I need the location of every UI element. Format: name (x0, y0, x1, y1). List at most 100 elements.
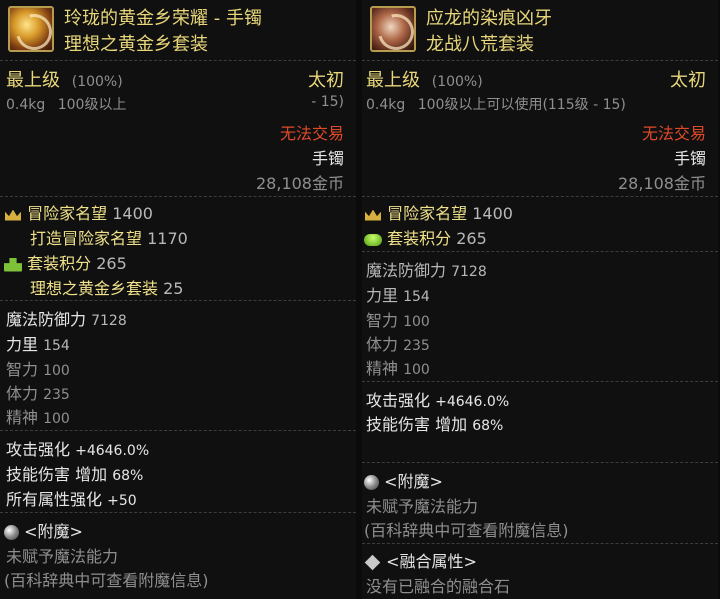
set-points-row: 套装积分 265 (364, 225, 487, 249)
stat-value: 100 (43, 411, 70, 427)
enchant-status: 未赋予魔法能力 (366, 497, 479, 516)
fame-row: 冒险家名望 1400 (364, 200, 513, 224)
enchant-hint: (百科辞典中可查看附魔信息) (364, 521, 569, 540)
trade-status: 无法交易 (279, 124, 344, 143)
enchant-title: <附魔> (24, 522, 83, 541)
crown-icon (364, 208, 382, 222)
set-points-icon (4, 257, 22, 272)
stat-spi: 精神 100 (6, 404, 70, 428)
item-tooltip-right: 应龙的染痕凶牙 龙战八荒套装 最上级 (100%) 太初 0.4kg 100级以… (362, 0, 718, 599)
stat-label: 体力 (366, 335, 399, 354)
item-tier: 太初 (308, 70, 344, 91)
stat-label: 力里 (366, 286, 399, 305)
set-points-icon (364, 233, 382, 246)
forge-fame-row: 打造冒险家名望 1170 (30, 225, 188, 249)
crown-icon (4, 208, 22, 222)
item-title: 玲珑的黄金乡荣耀 - 手镯 (64, 8, 262, 29)
stat-label: 体力 (6, 384, 39, 403)
fusion-status: 没有已融合的融合石 (366, 577, 511, 596)
stat-value: 68% (112, 468, 144, 484)
item-weight: 0.4kg (6, 97, 46, 113)
trade-status: 无法交易 (641, 124, 706, 143)
item-slot: 手镯 (311, 149, 344, 168)
item-weight: 0.4kg (366, 97, 406, 113)
grade-percent: (100%) (71, 74, 123, 90)
item-level-req: 100级以上可以使用(115级 - 15) (417, 97, 626, 113)
stat-mid: 增加 (75, 465, 108, 484)
enchant-hint: (百科辞典中可查看附魔信息) (4, 571, 209, 590)
stat-label: 力里 (6, 335, 39, 354)
divider (0, 60, 356, 61)
set-points-label: 套装积分 (27, 254, 92, 273)
stat-value: 7128 (451, 264, 487, 280)
grade-percent: (100%) (431, 74, 483, 90)
enchant-title-row: <附魔> (4, 518, 83, 542)
stat-value: 235 (403, 338, 430, 354)
item-tooltip-left: 玲珑的黄金乡荣耀 - 手镯 理想之黄金乡套装 最上级 (100%) 太初 0.4… (0, 0, 356, 599)
golden-bracelet-icon[interactable] (8, 6, 54, 52)
stat-value: 7128 (91, 313, 127, 329)
divider (0, 196, 356, 197)
stat-label: 魔法防御力 (6, 310, 87, 329)
item-weight-level: 0.4kg 100级以上 (6, 94, 126, 114)
divider (0, 300, 356, 301)
stat-label: 精神 (6, 408, 39, 427)
stat-value: 100 (403, 314, 430, 330)
item-price: 28,108金币 (618, 174, 706, 193)
enchant-orb-icon (4, 525, 19, 540)
divider (362, 462, 718, 463)
stat-label: 攻击强化 (6, 440, 71, 459)
set-points-sub-label: 理想之黄金乡套装 (30, 279, 159, 298)
fame-value: 1400 (112, 204, 153, 223)
stat-label: 技能伤害 (6, 465, 71, 484)
fusion-title: <融合属性> (386, 552, 477, 571)
stat-value: 154 (43, 338, 70, 354)
item-tier: 太初 (670, 70, 706, 91)
item-title: 应龙的染痕凶牙 (426, 8, 552, 29)
dragon-fang-icon[interactable] (370, 6, 416, 52)
stat-label: 技能伤害 (366, 415, 431, 434)
divider (362, 251, 718, 252)
divider (0, 430, 356, 431)
item-slot: 手镯 (673, 149, 706, 168)
item-set-name: 理想之黄金乡套装 (64, 34, 208, 55)
fame-label: 冒险家名望 (27, 204, 108, 223)
stat-label: 攻击强化 (366, 391, 431, 410)
divider (0, 512, 356, 513)
set-points-sub-row: 理想之黄金乡套装 25 (30, 275, 183, 299)
fame-row: 冒险家名望 1400 (4, 200, 153, 224)
tooltip-header: 应龙的染痕凶牙 龙战八荒套装 (362, 0, 718, 58)
stat-label: 魔法防御力 (366, 261, 447, 280)
tooltip-header: 玲珑的黄金乡荣耀 - 手镯 理想之黄金乡套装 (0, 0, 356, 58)
divider (362, 60, 718, 61)
enchant-status: 未赋予魔法能力 (6, 547, 119, 566)
item-price: 28,108金币 (256, 174, 344, 193)
enchant-title: <附魔> (384, 472, 443, 491)
fusion-title-row: <融合属性> (364, 548, 477, 572)
item-level-range: - 15) (311, 94, 344, 110)
set-points-value: 265 (456, 229, 487, 248)
stat-int: 智力 100 (366, 307, 430, 331)
divider (362, 543, 718, 544)
item-level-req: 100级以上 (57, 97, 127, 113)
stat-value: 100 (43, 363, 70, 379)
enchant-orb-icon (364, 475, 379, 490)
stat-value: 68% (472, 418, 504, 434)
stat-value: 235 (43, 387, 70, 403)
divider (362, 381, 718, 382)
stat-label: 智力 (366, 311, 399, 330)
item-weight-level: 0.4kg 100级以上可以使用(115级 - 15) (366, 94, 626, 114)
fame-value: 1400 (472, 204, 513, 223)
set-points-label: 套装积分 (387, 229, 452, 248)
stat-vit: 体力 235 (6, 380, 70, 404)
stat-atk: 攻击强化 +4646.0% (6, 436, 149, 460)
stat-value: 100 (403, 362, 430, 378)
stat-label: 所有属性强化 (6, 490, 103, 509)
stat-value: +4646.0% (75, 443, 150, 459)
stat-str: 力里 154 (6, 331, 70, 355)
item-grade: 最上级 (100%) (366, 66, 483, 92)
stat-mdef: 魔法防御力 7128 (6, 306, 127, 330)
stat-value: +50 (107, 493, 137, 509)
stat-int: 智力 100 (6, 356, 70, 380)
stat-allattr: 所有属性强化 +50 (6, 486, 137, 510)
